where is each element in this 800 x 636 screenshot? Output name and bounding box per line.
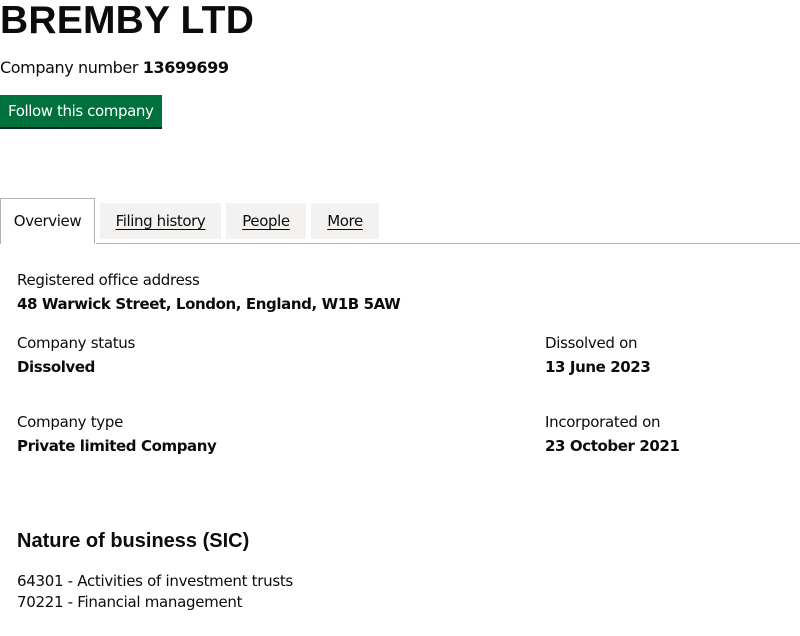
sic-item: 70221 - Financial management bbox=[17, 593, 243, 611]
company-number-label: Company number bbox=[0, 58, 139, 77]
tab-overview[interactable]: Overview bbox=[0, 198, 95, 244]
sic-list: 64301 - Activities of investment trusts … bbox=[17, 571, 293, 613]
tab-filing-history[interactable]: Filing history bbox=[100, 203, 221, 239]
company-number-value: 13699699 bbox=[142, 58, 229, 77]
tab-more[interactable]: More bbox=[311, 203, 379, 239]
incorporated-on-label: Incorporated on bbox=[545, 413, 661, 431]
company-type-value: Private limited Company bbox=[17, 437, 217, 455]
registered-office-label: Registered office address bbox=[17, 271, 200, 289]
incorporated-on-value: 23 October 2021 bbox=[545, 437, 680, 455]
company-status-value: Dissolved bbox=[17, 358, 95, 376]
tab-people-label: People bbox=[242, 212, 290, 230]
nature-of-business-heading: Nature of business (SIC) bbox=[17, 530, 250, 552]
company-name-heading: BREMBY LTD bbox=[0, 0, 255, 42]
registered-office-value: 48 Warwick Street, London, England, W1B … bbox=[17, 295, 401, 313]
dissolved-on-value: 13 June 2023 bbox=[545, 358, 651, 376]
company-status-label: Company status bbox=[17, 334, 136, 352]
follow-company-button[interactable]: Follow this company bbox=[0, 95, 162, 127]
tab-more-label: More bbox=[327, 212, 363, 230]
tabs-divider bbox=[96, 243, 800, 244]
tab-filing-history-label: Filing history bbox=[115, 212, 206, 230]
company-type-label: Company type bbox=[17, 413, 124, 431]
tab-overview-label: Overview bbox=[13, 212, 82, 230]
sic-item: 64301 - Activities of investment trusts bbox=[17, 572, 293, 590]
company-tabs: Overview Filing history People More bbox=[0, 198, 800, 244]
tab-people[interactable]: People bbox=[226, 203, 306, 239]
dissolved-on-label: Dissolved on bbox=[545, 334, 638, 352]
company-number-line: Company number 13699699 bbox=[0, 58, 229, 78]
